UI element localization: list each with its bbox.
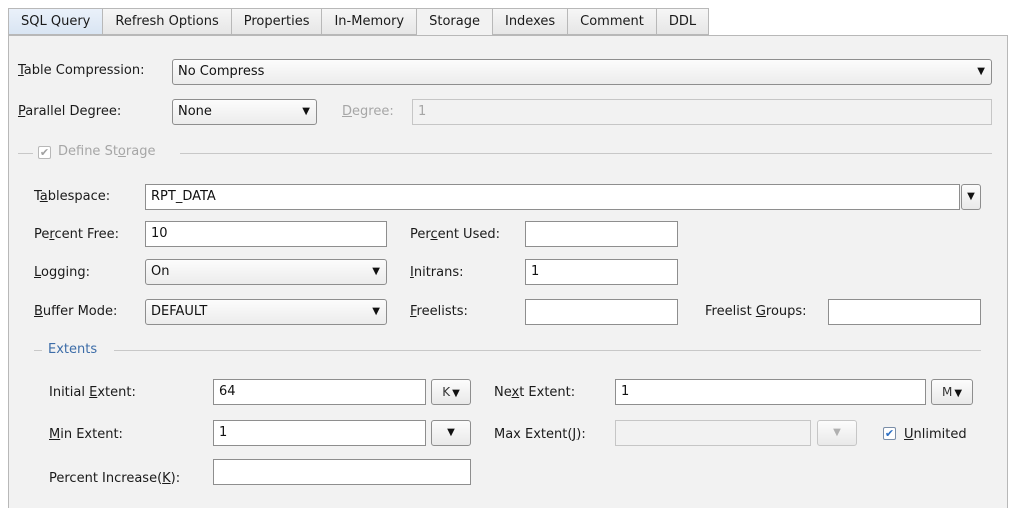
freelists-label: Freelists: <box>410 304 468 319</box>
logging-value: On <box>151 264 170 279</box>
unlimited-checkbox[interactable]: ✔ <box>883 427 896 440</box>
initrans-label: Initrans: <box>410 265 464 280</box>
tab-comment[interactable]: Comment <box>568 8 657 35</box>
chevron-down-icon: ▼ <box>372 266 380 277</box>
min-extent-field[interactable]: 1 <box>213 420 426 446</box>
next-extent-unit-select[interactable]: M ▼ <box>931 379 973 405</box>
define-storage-divider-left <box>18 153 33 154</box>
max-extent-field[interactable] <box>615 420 811 446</box>
tab-in-memory[interactable]: In-Memory <box>322 8 418 35</box>
tab-refresh-options[interactable]: Refresh Options <box>103 8 232 35</box>
percent-increase-field[interactable] <box>213 459 471 485</box>
percent-used-label: Percent Used: <box>410 227 500 242</box>
define-storage-label: Define Storage <box>58 144 156 159</box>
tab-properties[interactable]: Properties <box>231 8 323 35</box>
parallel-degree-value: None <box>178 104 212 119</box>
initial-extent-label: Initial Extent: <box>49 385 136 400</box>
unlimited-label: Unlimited <box>904 427 967 442</box>
parallel-degree-label: Parallel Degree: <box>18 104 122 119</box>
freelist-groups-label: Freelist Groups: <box>705 304 807 319</box>
tablespace-label: Tablespace: <box>34 189 111 204</box>
buffer-mode-label: Buffer Mode: <box>34 304 118 319</box>
tablespace-field[interactable]: RPT_DATA <box>145 184 960 210</box>
table-compression-label: Table Compression: <box>18 63 145 78</box>
percent-increase-label: Percent Increase(K): <box>49 471 181 486</box>
extents-title: Extents <box>48 342 98 357</box>
extents-divider-right <box>114 350 981 351</box>
buffer-mode-value: DEFAULT <box>151 304 208 319</box>
initial-extent-unit: K <box>442 385 451 399</box>
define-storage-checkbox[interactable]: ✔ <box>38 146 51 159</box>
tab-indexes[interactable]: Indexes <box>492 8 569 35</box>
chevron-down-icon: ▼ <box>372 306 380 317</box>
chevron-down-icon: ▼ <box>833 427 841 438</box>
tab-ddl[interactable]: DDL <box>656 8 710 35</box>
extents-divider-left <box>34 350 42 351</box>
degree-label: Degree: <box>342 104 394 119</box>
tab-storage[interactable]: Storage <box>417 8 493 36</box>
max-extent-label: Max Extent(J): <box>494 427 586 442</box>
percent-free-label: Percent Free: <box>34 227 120 242</box>
tab-bar: SQL Query Refresh Options Properties In-… <box>8 8 710 36</box>
tab-sql-query[interactable]: SQL Query <box>8 8 104 35</box>
chevron-down-icon: ▼ <box>977 66 985 77</box>
freelist-groups-field[interactable] <box>828 299 981 325</box>
logging-select[interactable]: On ▼ <box>145 259 387 285</box>
degree-field[interactable]: 1 <box>412 99 992 125</box>
initial-extent-field[interactable]: 64 <box>213 379 426 405</box>
percent-free-field[interactable]: 10 <box>145 221 387 247</box>
next-extent-unit: M <box>941 385 953 399</box>
min-extent-unit-select[interactable]: ▼ <box>431 420 471 446</box>
chevron-down-icon: ▼ <box>452 388 460 399</box>
tablespace-dropdown-button[interactable]: ▼ <box>961 184 981 210</box>
table-compression-value: No Compress <box>178 64 265 79</box>
buffer-mode-select[interactable]: DEFAULT ▼ <box>145 299 387 325</box>
percent-used-field[interactable] <box>525 221 678 247</box>
next-extent-label: Next Extent: <box>494 385 576 400</box>
initial-extent-unit-select[interactable]: K ▼ <box>431 379 471 405</box>
define-storage-divider-right <box>180 153 992 154</box>
max-extent-unit-select[interactable]: ▼ <box>817 420 857 446</box>
chevron-down-icon: ▼ <box>302 106 310 117</box>
table-compression-select[interactable]: No Compress ▼ <box>172 59 992 85</box>
next-extent-field[interactable]: 1 <box>615 379 926 405</box>
chevron-down-icon: ▼ <box>967 191 975 202</box>
parallel-degree-select[interactable]: None ▼ <box>172 99 317 125</box>
min-extent-label: Min Extent: <box>49 427 123 442</box>
initrans-field[interactable]: 1 <box>525 259 678 285</box>
logging-label: Logging: <box>34 265 90 280</box>
freelists-field[interactable] <box>525 299 678 325</box>
chevron-down-icon: ▼ <box>954 388 963 399</box>
chevron-down-icon: ▼ <box>447 427 455 438</box>
